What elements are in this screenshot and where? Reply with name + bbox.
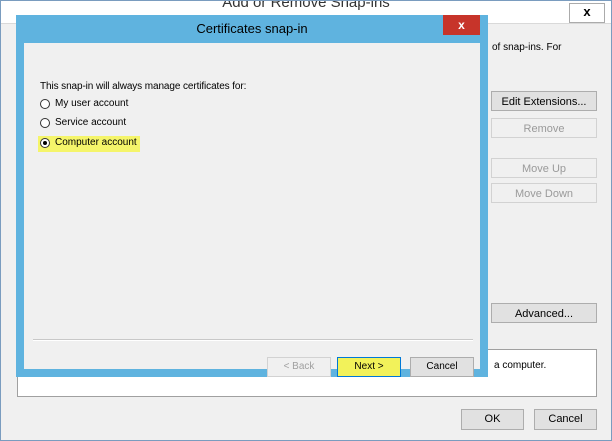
cancel-button[interactable]: Cancel [534, 409, 597, 430]
remove-button[interactable]: Remove [491, 118, 597, 138]
radio-option-computer-account[interactable]: Computer account [38, 136, 140, 152]
certificates-snapin-dialog: Certificates snap-in x This snap-in will… [16, 15, 488, 377]
dialog-close-button[interactable]: x [443, 15, 480, 35]
snapins-description-text: of snap-ins. For [492, 42, 562, 53]
move-up-button[interactable]: Move Up [491, 158, 597, 178]
dialog-title: Certificates snap-in [196, 21, 308, 36]
description-box-text: a computer. [494, 360, 547, 371]
advanced-button[interactable]: Advanced... [491, 303, 597, 323]
move-down-button[interactable]: Move Down [491, 183, 597, 203]
dialog-cancel-button[interactable]: Cancel [410, 357, 474, 377]
radio-label: Service account [55, 117, 127, 128]
prompt-text: This snap-in will always manage certific… [40, 81, 247, 92]
divider [33, 339, 473, 341]
edit-extensions-button[interactable]: Edit Extensions... [491, 91, 597, 111]
radio-button-icon[interactable] [40, 118, 50, 128]
window-title: Add or Remove Snap-ins [222, 1, 390, 11]
radio-button-selected-icon[interactable] [40, 138, 50, 148]
radio-label: Computer account [55, 137, 137, 148]
close-button[interactable]: x [569, 3, 605, 23]
radio-button-icon[interactable] [40, 99, 50, 109]
next-button[interactable]: Next > [337, 357, 401, 377]
radio-dot-icon [43, 141, 47, 145]
dialog-body: This snap-in will always manage certific… [24, 43, 480, 377]
radio-label: My user account [55, 98, 129, 109]
ok-button[interactable]: OK [461, 409, 524, 430]
dialog-titlebar: Certificates snap-in x [16, 15, 488, 43]
back-button[interactable]: < Back [267, 357, 331, 377]
